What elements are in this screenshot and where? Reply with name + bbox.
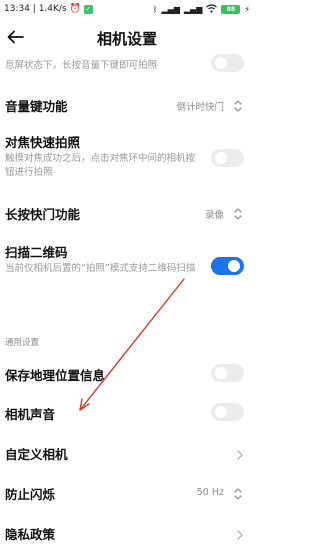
volume-down-shoot-toggle[interactable] <box>211 54 244 72</box>
qr-scan-toggle[interactable] <box>211 257 244 275</box>
toggle-knob <box>215 406 227 418</box>
status-bar: 13:34 | 1.4K/s ⏰ ✓ ᛒ ▂▄▆ ▂▄▆ 88 ⚡ <box>0 0 254 20</box>
settings-row-focus-shoot: 对焦快速拍照 触摸对焦成功之后，点击对焦环中间的相机按钮进行拍照 <box>0 128 254 184</box>
status-left: 13:34 | 1.4K/s ⏰ ✓ <box>4 4 93 14</box>
settings-row-privacy-policy[interactable]: 隐私政策 <box>0 520 254 548</box>
settings-row-custom-camera[interactable]: 自定义相机 <box>0 440 254 468</box>
settings-row-qr-scan: 扫描二维码 当前仅相机后置的“拍照”模式支持二维码扫描 <box>0 238 254 294</box>
toggle-knob <box>215 152 227 164</box>
row-label: 隐私政策 <box>5 527 56 542</box>
chevron-right-icon <box>235 526 244 540</box>
up-down-arrows-icon <box>232 206 244 220</box>
settings-row-long-press-shutter[interactable]: 长按快门功能 录像 <box>0 198 254 226</box>
row-label: 长按快门功能 <box>5 207 81 222</box>
toggle-knob <box>215 367 227 379</box>
row-description: 当前仅相机后置的“拍照”模式支持二维码扫描 <box>5 263 196 274</box>
row-label: 相机声音 <box>5 407 56 422</box>
settings-row-camera-sound: 相机声音 <box>0 400 254 428</box>
settings-row-volume-key[interactable]: 音量键功能 倒计时快门 <box>0 90 254 118</box>
row-description: 息屏状态下，长按音量下键即可拍照 <box>5 60 158 71</box>
signal-icon: ▂▄▆ <box>183 5 203 14</box>
toggle-knob <box>215 57 227 69</box>
settings-row-volume-down-shoot: 息屏状态下，长按音量下键即可拍照 <box>0 54 254 80</box>
bluetooth-icon: ᛒ <box>152 5 158 14</box>
row-label: 自定义相机 <box>5 447 68 462</box>
row-label: 扫描二维码 <box>5 245 68 260</box>
focus-shoot-toggle[interactable] <box>211 149 244 167</box>
page-title: 相机设置 <box>96 30 157 48</box>
wifi-icon <box>206 4 218 15</box>
row-label: 防止闪烁 <box>5 487 56 502</box>
lightning-icon: ⚡ <box>244 5 250 14</box>
app-notification-icon: ✓ <box>83 4 93 14</box>
row-value: 50 Hz <box>196 487 224 498</box>
row-value: 录像 <box>204 210 224 221</box>
row-description: 触摸对焦成功之后，点击对焦环中间的相机按钮进行拍照 <box>5 153 196 178</box>
row-value: 倒计时快门 <box>176 102 224 113</box>
chevron-right-icon <box>235 446 244 460</box>
section-title-general: 通用设置 <box>5 338 40 348</box>
battery-indicator: 88 <box>221 5 241 14</box>
header: 相机设置 <box>0 22 254 56</box>
status-time-speed: 13:34 | 1.4K/s <box>4 4 67 14</box>
row-label: 对焦快速拍照 <box>5 135 81 150</box>
up-down-arrows-icon <box>232 486 244 500</box>
alarm-icon: ⏰ <box>69 4 81 14</box>
camera-sound-toggle[interactable] <box>211 403 244 421</box>
settings-row-anti-flicker[interactable]: 防止闪烁 50 Hz <box>0 480 254 508</box>
row-label: 保存地理位置信息 <box>5 368 106 383</box>
up-down-arrows-icon <box>232 98 244 112</box>
toggle-knob <box>228 260 240 272</box>
status-right: ᛒ ▂▄▆ ▂▄▆ 88 ⚡ <box>153 4 250 15</box>
row-label: 音量键功能 <box>5 99 68 114</box>
save-location-toggle[interactable] <box>211 364 244 382</box>
signal-icon: ▂▄▆ <box>161 5 180 14</box>
settings-row-save-location: 保存地理位置信息 <box>0 360 254 388</box>
